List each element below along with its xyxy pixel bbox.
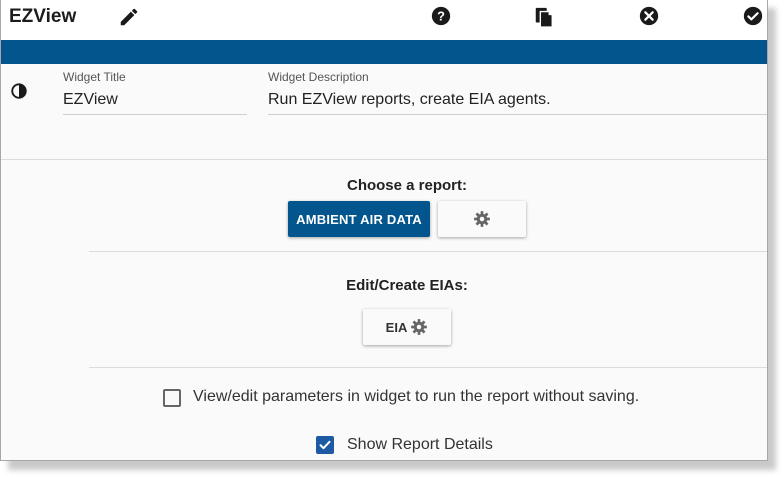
widget-title-underline (63, 114, 247, 115)
contrast-icon[interactable] (10, 82, 28, 100)
widget-description-field[interactable]: Run EZView reports, create EIA agents. (268, 91, 551, 109)
eia-heading: Edit/Create EIAs: (346, 277, 468, 294)
widget-title-field[interactable]: EZView (63, 91, 118, 109)
title-bar: EZView ? (1, 0, 767, 40)
ambient-air-data-button[interactable]: AMBIENT AIR DATA (288, 201, 430, 237)
report-heading: Choose a report: (346, 177, 467, 194)
header-band (1, 40, 767, 64)
run-without-saving-checkbox[interactable] (163, 389, 181, 407)
widget-editor-window: EZView ? Widget Title EZView Widget Desc… (0, 0, 768, 461)
run-without-saving-label: View/edit parameters in widget to run th… (193, 388, 640, 405)
divider (1, 159, 767, 160)
show-report-details-label: Show Report Details (347, 436, 493, 453)
gear-icon (411, 319, 428, 335)
svg-text:?: ? (437, 9, 445, 24)
copy-icon[interactable] (533, 5, 555, 29)
close-circle-icon[interactable] (638, 5, 660, 27)
divider (89, 251, 767, 252)
widget-title-label: Widget Title (63, 70, 126, 84)
show-report-details-checkbox[interactable] (316, 436, 334, 454)
checkmark-icon (319, 440, 331, 450)
widget-description-label: Widget Description (268, 70, 369, 84)
eia-button[interactable]: EIA (363, 309, 451, 345)
check-circle-icon[interactable] (742, 5, 764, 27)
divider (89, 367, 767, 368)
eia-button-label: EIA (385, 319, 408, 335)
report-settings-button[interactable] (438, 201, 526, 237)
widget-description-underline (268, 114, 767, 115)
pencil-icon[interactable] (118, 6, 140, 28)
app-title: EZView (9, 6, 77, 27)
gear-icon (474, 211, 490, 227)
help-circle-icon[interactable]: ? (430, 5, 452, 27)
